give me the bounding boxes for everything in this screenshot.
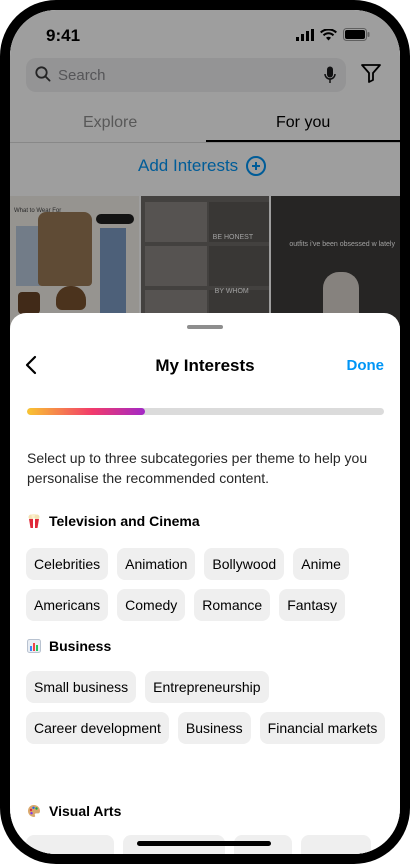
interest-chip[interactable]: Financial markets [259, 712, 386, 744]
chip-group-television-and-cinema: Celebrities Animation Bollywood Anime Am… [26, 548, 386, 621]
interest-chip[interactable]: Celebrities [26, 548, 109, 580]
section-visual-arts: Visual Arts [27, 803, 121, 819]
interest-chip[interactable]: Anime [293, 548, 349, 580]
phone-frame: 9:41 Search Explore For you Add Interest… [0, 0, 410, 864]
done-button[interactable]: Done [347, 357, 385, 374]
screen: 9:41 Search Explore For you Add Interest… [10, 10, 400, 854]
interests-sheet: My Interests Done Select up to three sub… [10, 313, 400, 854]
section-title: Television and Cinema [49, 513, 200, 529]
section-title: Visual Arts [49, 803, 122, 819]
bar-chart-icon [27, 639, 41, 653]
interest-chip[interactable]: Animation [117, 548, 196, 580]
interest-chip[interactable]: Americans [26, 589, 109, 621]
chip-group-business: Small business Entrepreneurship Career d… [26, 671, 386, 744]
home-indicator [137, 841, 271, 846]
sheet-grabber[interactable] [187, 325, 223, 329]
interest-chip-placeholder[interactable] [301, 835, 371, 854]
interest-chip[interactable]: Bollywood [204, 548, 285, 580]
section-television-and-cinema: Television and Cinema [27, 513, 200, 529]
section-business: Business [27, 638, 111, 654]
interest-chip[interactable]: Business [177, 712, 251, 744]
interest-chip[interactable]: Entrepreneurship [145, 671, 269, 703]
progress-bar [27, 408, 384, 415]
interest-chip[interactable]: Fantasy [279, 589, 346, 621]
section-title: Business [49, 638, 112, 654]
palette-icon [28, 805, 40, 817]
interest-chip[interactable]: Comedy [117, 589, 186, 621]
popcorn-icon [28, 514, 40, 528]
interest-chip[interactable]: Small business [26, 671, 137, 703]
interest-chip[interactable]: Career development [26, 712, 169, 744]
interest-chip-placeholder[interactable] [26, 835, 114, 854]
progress-fill [27, 408, 145, 415]
interest-chip[interactable]: Romance [194, 589, 271, 621]
instructions-text: Select up to three subcategories per the… [27, 450, 368, 486]
sheet-title: My Interests [155, 356, 255, 375]
